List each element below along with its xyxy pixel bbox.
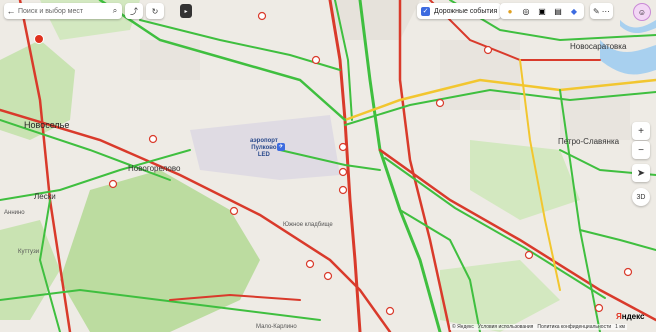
traffic-event-icon	[108, 179, 118, 189]
traffic-event-icon	[338, 185, 348, 195]
top-toolbar: ← Поиск и выбор мест ⌕ ⤴ ↻	[4, 3, 164, 19]
map-canvas[interactable]	[0, 0, 656, 332]
search-input[interactable]: Поиск и выбор мест	[18, 8, 108, 15]
bus-icon: ▤	[554, 6, 562, 16]
place-label-novogoreloevo: Новогорелово	[128, 164, 181, 173]
sidebar-toggle-button[interactable]: ▸	[180, 4, 192, 18]
traffic-event-icon	[305, 259, 315, 269]
parking-icon: ▣	[538, 6, 546, 16]
place-label-airport[interactable]: аэропорт Пулково LED	[250, 138, 278, 159]
map-layers-button[interactable]: ◆	[567, 4, 581, 18]
route-button[interactable]: ⤴	[125, 3, 143, 19]
back-arrow-icon[interactable]: ←	[4, 6, 18, 16]
traffic-event-icon	[594, 303, 604, 313]
place-label-leski: Лески	[34, 192, 56, 201]
place-label-novoselye: Новоселье	[24, 120, 70, 130]
privacy-link[interactable]: Политика конфиденциальности	[537, 324, 611, 330]
terms-link[interactable]: Условия использования	[478, 324, 534, 330]
map-attribution: © Яндекс Условия использования Политика …	[450, 324, 627, 330]
traffic-event-icon	[148, 134, 158, 144]
transport-layer-button[interactable]: ▤	[551, 4, 565, 18]
panorama-layer-button[interactable]: ◎	[519, 4, 533, 18]
history-icon: ↻	[151, 6, 159, 16]
traffic-event-icon	[323, 271, 333, 281]
place-label-annino: Аннино	[4, 210, 25, 216]
airport-icon[interactable]: ✈	[277, 143, 285, 151]
traffic-event-icon	[524, 250, 534, 260]
zoom-in-button[interactable]: +	[632, 122, 650, 140]
traffic-events-label: Дорожные события	[434, 7, 498, 15]
my-location-button[interactable]: ➤	[632, 164, 650, 182]
copyright-text: © Яндекс	[452, 324, 474, 330]
city-block	[140, 40, 200, 80]
avatar-face-icon: ☺	[637, 7, 647, 17]
scale-label: 1 км	[615, 324, 625, 330]
traffic-layer-button[interactable]: ●	[503, 4, 517, 18]
traffic-event-icon	[623, 267, 633, 277]
city-block	[440, 40, 520, 110]
search-icon[interactable]: ⌕	[108, 6, 122, 16]
route-icon: ⤴	[130, 6, 138, 16]
layers-toolbar: ● ◎ ▣ ▤ ◆	[500, 3, 584, 19]
history-button[interactable]: ↻	[146, 3, 164, 19]
traffic-events-toggle[interactable]: ✓ Дорожные события	[417, 3, 502, 19]
chevron-right-icon: ▸	[184, 8, 188, 15]
place-label-kuttuzi: Куттузи	[18, 249, 40, 255]
tools-toolbar: ✎ ⋯	[590, 3, 613, 19]
zoom-out-button[interactable]: −	[632, 141, 650, 159]
parking-layer-button[interactable]: ▣	[535, 4, 549, 18]
user-avatar[interactable]: ☺	[633, 3, 651, 21]
place-label-yuzhnoe-kladbishche: Южное кладбище	[283, 222, 333, 228]
more-icon[interactable]: ⋯	[602, 7, 610, 16]
traffic-event-icon	[338, 167, 348, 177]
traffic-event-icon	[257, 11, 267, 21]
layers-icon: ◆	[570, 6, 578, 16]
traffic-light-icon: ●	[507, 6, 513, 16]
ruler-icon[interactable]: ✎	[593, 7, 600, 16]
traffic-event-icon	[311, 55, 321, 65]
traffic-event-icon	[435, 98, 445, 108]
traffic-event-icon	[338, 142, 348, 152]
traffic-event-icon	[483, 45, 493, 55]
traffic-events-checkbox[interactable]: ✓	[421, 6, 430, 16]
traffic-event-icon	[385, 306, 395, 316]
traffic-event-icon	[229, 206, 239, 216]
place-label-novosaratovka: Новосаратовка	[570, 42, 627, 51]
3d-view-button[interactable]: 3D	[632, 188, 650, 206]
panorama-icon: ◎	[522, 6, 530, 16]
search-box[interactable]: ← Поиск и выбор мест ⌕	[4, 3, 122, 19]
place-label-malo-karlino: Мало-Карлино	[256, 324, 297, 330]
location-pin-icon[interactable]	[34, 34, 44, 44]
place-label-petro-slavyanka: Петро-Славянка	[558, 137, 620, 146]
yandex-logo[interactable]: Яндекс	[616, 312, 644, 321]
